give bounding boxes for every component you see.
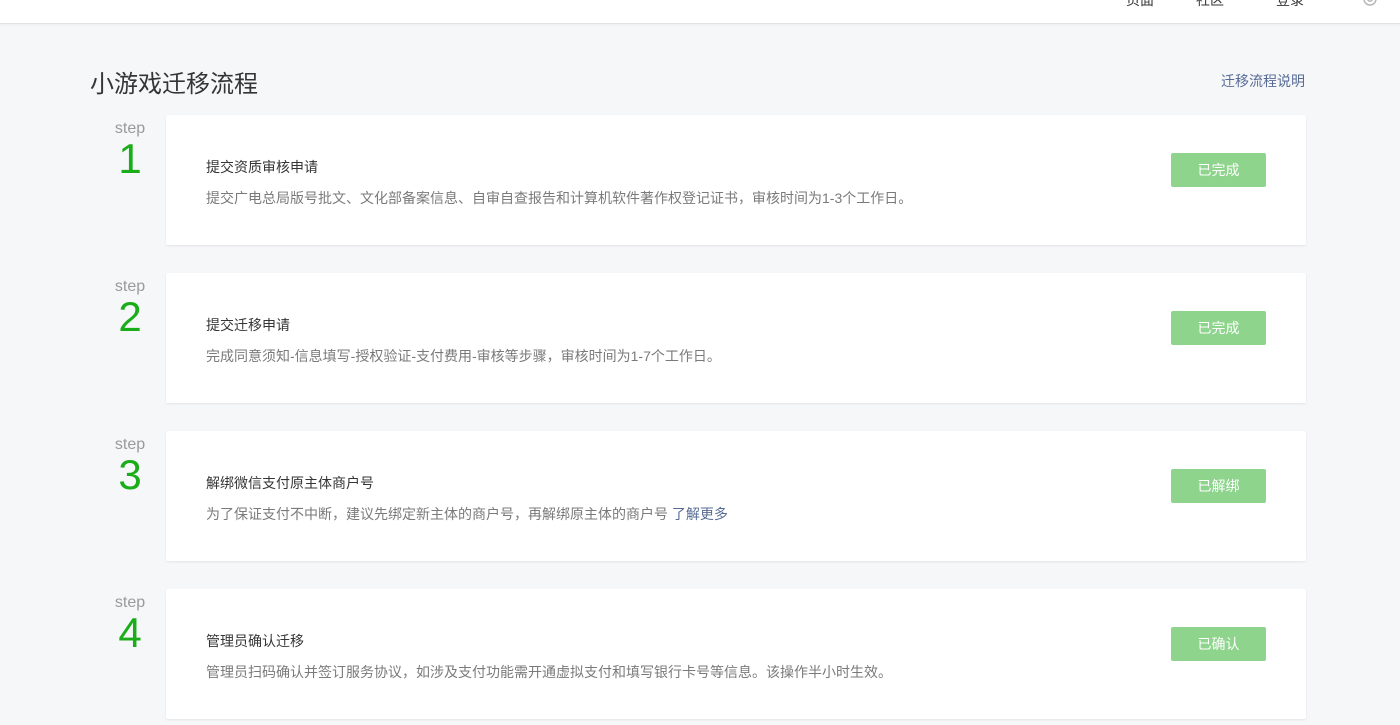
step-description-text: 为了保证支付不中断，建议先绑定新主体的商户号，再解绑原主体的商户号 [206,506,668,522]
step-number: 3 [118,451,142,498]
page-title: 小游戏迁移流程 [90,71,258,98]
step-card: 提交资质审核申请 提交广电总局版号批文、文化部备案信息、自审自查报告和计算机软件… [166,115,1306,245]
step-status-button[interactable]: 已解绑 [1171,469,1266,503]
step-status-button[interactable]: 已确认 [1171,627,1266,661]
step-description: 完成同意须知-信息填写-授权验证-支付费用-审核等步骤，审核时间为1-7个工作日… [206,346,721,366]
learn-more-link[interactable]: 了解更多 [672,506,728,522]
step-title: 提交资质审核申请 [206,159,318,175]
step-description: 管理员扫码确认并签订服务协议，如涉及支付功能需开通虚拟支付和填写银行卡号等信息。… [206,662,892,682]
step-row-3: step 3 解绑微信支付原主体商户号 为了保证支付不中断，建议先绑定新主体的商… [0,431,1400,567]
step-card: 提交迁移申请 完成同意须知-信息填写-授权验证-支付费用-审核等步骤，审核时间为… [166,273,1306,403]
step-number: 1 [118,135,142,182]
migration-help-link[interactable]: 迁移流程说明 [1221,71,1305,91]
settings-gear-icon[interactable] [1362,0,1378,7]
step-number: 2 [118,293,142,340]
step-description-text: 管理员扫码确认并签订服务协议，如涉及支付功能需开通虚拟支付和填写银行卡号等信息。… [206,664,892,680]
nav-item-3[interactable]: 登录 [1276,0,1304,8]
step-description: 提交广电总局版号批文、文化部备案信息、自审自查报告和计算机软件著作权登记证书，审… [206,188,912,208]
step-row-2: step 2 提交迁移申请 完成同意须知-信息填写-授权验证-支付费用-审核等步… [0,273,1400,409]
step-description-text: 提交广电总局版号批文、文化部备案信息、自审自查报告和计算机软件著作权登记证书，审… [206,190,913,206]
nav-item-1[interactable]: 页面 [1126,0,1154,8]
step-row-4: step 4 管理员确认迁移 管理员扫码确认并签订服务协议，如涉及支付功能需开通… [0,589,1400,725]
step-description-text: 完成同意须知-信息填写-授权验证-支付费用-审核等步骤，审核时间为1-7个工作日… [206,348,721,364]
nav-item-2[interactable]: 社区 [1196,0,1224,8]
step-title: 提交迁移申请 [206,317,290,333]
step-title: 解绑微信支付原主体商户号 [206,475,374,491]
step-title: 管理员确认迁移 [206,633,304,649]
step-status-button[interactable]: 已完成 [1171,311,1266,345]
step-card: 管理员确认迁移 管理员扫码确认并签订服务协议，如涉及支付功能需开通虚拟支付和填写… [166,589,1306,719]
step-description: 为了保证支付不中断，建议先绑定新主体的商户号，再解绑原主体的商户号 了解更多 [206,504,728,524]
step-number: 4 [118,609,142,656]
top-navbar: 页面 社区 登录 [0,0,1400,24]
step-row-1: step 1 提交资质审核申请 提交广电总局版号批文、文化部备案信息、自审自查报… [0,115,1400,251]
step-status-button[interactable]: 已完成 [1171,153,1266,187]
step-card: 解绑微信支付原主体商户号 为了保证支付不中断，建议先绑定新主体的商户号，再解绑原… [166,431,1306,561]
